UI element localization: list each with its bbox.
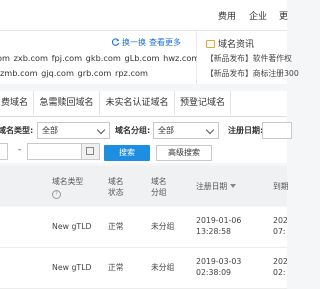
switch-domains-link[interactable]: 换一换 xyxy=(112,37,146,48)
cell-reg-time: 13:28:58 xyxy=(196,227,232,236)
refresh-icon xyxy=(112,38,120,46)
search-button[interactable]: 搜索 xyxy=(104,145,150,161)
table-row[interactable]: New gTLD 正常 未分组 2019-01-06 13:28:58 202 … xyxy=(0,207,288,248)
news-icon xyxy=(206,40,215,48)
news-item[interactable]: 【新品发布】商标注册300 xyxy=(206,68,299,79)
cell-domain-group: 未分组 xyxy=(151,222,175,231)
top-bar: 费用 企业 更 xyxy=(0,0,288,31)
tab-unverified-domains[interactable]: 未实名认证域名 xyxy=(100,91,175,115)
switch-label: 换一换 xyxy=(122,38,146,47)
domain-group-label: 域名分组: xyxy=(115,126,151,135)
cell-reg-date: 2019-03-03 xyxy=(196,257,242,266)
nav-more[interactable]: 更 xyxy=(279,9,288,22)
domain-type-value: 全部 xyxy=(42,126,58,135)
domain-list-row[interactable]: zmb.com gjq.com grb.com rpz.com xyxy=(0,68,148,78)
recommended-domains-panel: 换一换 查看更多 om zxb.com fpj.com gkb.com gLb.… xyxy=(0,31,199,84)
cell-reg-date: 2019-01-06 xyxy=(196,216,242,225)
reg-date-end-input[interactable] xyxy=(262,122,292,139)
domain-news-panel: 域名资讯 【新品发布】软件著作权 【新品发布】商标注册300 xyxy=(197,31,299,84)
tab-redemption-domains[interactable]: 急需赎回域名 xyxy=(34,91,100,115)
date-picker-input[interactable] xyxy=(27,143,100,160)
help-icon[interactable]: ? xyxy=(52,190,61,199)
news-item[interactable]: 【新品发布】软件著作权 xyxy=(206,53,292,64)
nav-enterprise[interactable]: 企业 xyxy=(249,9,267,22)
news-title: 域名资讯 xyxy=(206,37,254,50)
advanced-search-button[interactable]: 高级搜索 xyxy=(156,145,212,161)
th-reg-date-label: 注册日期 xyxy=(196,182,228,191)
table-row[interactable]: New gTLD 正常 未分组 2019-03-03 02:38:09 202 … xyxy=(0,248,288,289)
reg-date-label: 注册日期: xyxy=(228,126,264,135)
tab-preregistered-domains[interactable]: 预登记域名 xyxy=(175,91,231,115)
cell-expire-date: 202 xyxy=(273,216,288,225)
sort-icon xyxy=(230,184,237,188)
reg-date-start-input[interactable] xyxy=(0,143,8,160)
cell-expire-date: 202 xyxy=(273,257,288,266)
domain-list-row[interactable]: om zxb.com fpj.com gkb.com gLb.com hwz.c… xyxy=(0,53,199,63)
cell-reg-time: 02:38:09 xyxy=(196,268,232,277)
tab-renewal-domains[interactable]: 费域名 xyxy=(0,91,34,115)
th-domain-type: 域名类型 ? xyxy=(52,176,83,199)
cell-expire-time: 02: xyxy=(273,268,286,277)
chevron-down-icon xyxy=(96,125,106,135)
domain-group-value: 全部 xyxy=(158,126,174,135)
th-domain-type-label: 域名类型 xyxy=(52,177,84,186)
date-range-dash: - xyxy=(18,145,22,155)
th-expire-date[interactable]: 到期 xyxy=(273,181,289,192)
chevron-down-icon xyxy=(205,125,215,135)
domain-tabs: 费域名 急需赎回域名 未实名认证域名 预登记域名 xyxy=(0,91,287,117)
table-header: 域名类型 ? 域名状态 域名分组 注册日期 到期 xyxy=(0,166,289,206)
domain-type-label: 域名类型: xyxy=(0,126,34,135)
cell-domain-type: New gTLD xyxy=(52,222,92,231)
news-title-text: 域名资讯 xyxy=(218,40,255,50)
cell-domain-group: 未分组 xyxy=(151,263,175,272)
cell-expire-time: 07: xyxy=(273,227,286,236)
calendar-icon[interactable] xyxy=(81,144,99,159)
th-domain-group: 域名分组 xyxy=(151,177,167,197)
cell-domain-type: New gTLD xyxy=(52,263,92,272)
cell-domain-status: 正常 xyxy=(108,222,124,231)
domain-type-select[interactable]: 全部 xyxy=(37,122,110,139)
view-more-link[interactable]: 查看更多 xyxy=(149,37,181,48)
th-domain-status: 域名状态 xyxy=(108,177,124,197)
domain-group-select[interactable]: 全部 xyxy=(153,122,219,139)
th-reg-date[interactable]: 注册日期 xyxy=(196,181,237,192)
cell-domain-status: 正常 xyxy=(108,263,124,272)
nav-fees[interactable]: 费用 xyxy=(218,9,236,22)
